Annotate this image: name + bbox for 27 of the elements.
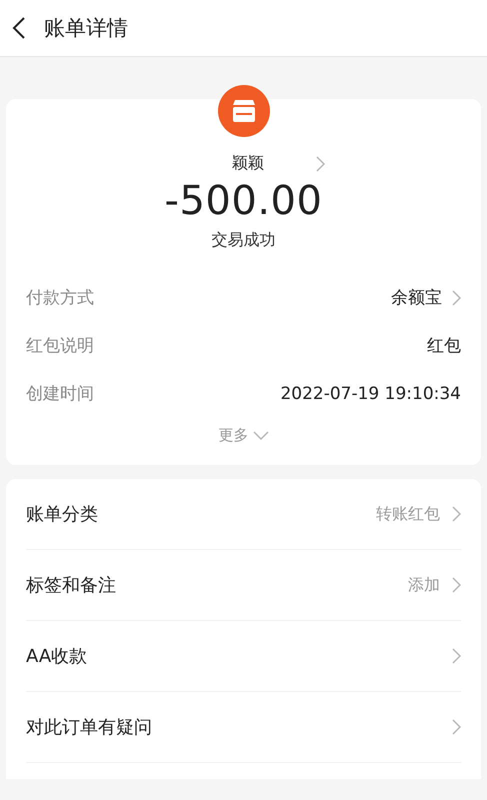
menu-row[interactable]: AA收款 [26,621,461,692]
chevron-right-icon [452,648,461,664]
transaction-status: 交易成功 [212,230,276,251]
row-value: 转账红包 [376,504,440,524]
row-label: 对此订单有疑问 [26,716,153,739]
back-icon[interactable] [12,16,26,40]
detail-label: 付款方式 [26,287,95,309]
row-label: AA收款 [26,645,88,668]
detail-value[interactable]: 余额宝 [391,286,442,309]
row-label: 标签和备注 [26,574,117,597]
row-label: 账单分类 [26,503,99,526]
amount: -500.00 [164,178,322,224]
chevron-right-icon [452,506,461,522]
chevron-right-icon[interactable] [316,156,325,172]
detail-value: 红包 [427,335,461,357]
payee-name[interactable]: 颖颖 [232,153,264,174]
detail-value: 2022-07-19 19:10:34 [280,384,461,404]
menu-row[interactable]: 账单分类 转账红包 [26,479,461,550]
row-value: 添加 [408,574,440,596]
detail-label: 创建时间 [26,383,95,405]
chevron-right-icon [452,577,461,593]
menu-row[interactable]: 标签和备注 添加 [26,550,461,621]
chevron-right-icon [452,719,461,735]
detail-label: 红包说明 [26,335,95,357]
menu-row[interactable]: 对此订单有疑问 [26,692,461,763]
chevron-down-icon[interactable] [252,431,268,440]
page-title: 账单详情 [44,15,128,42]
